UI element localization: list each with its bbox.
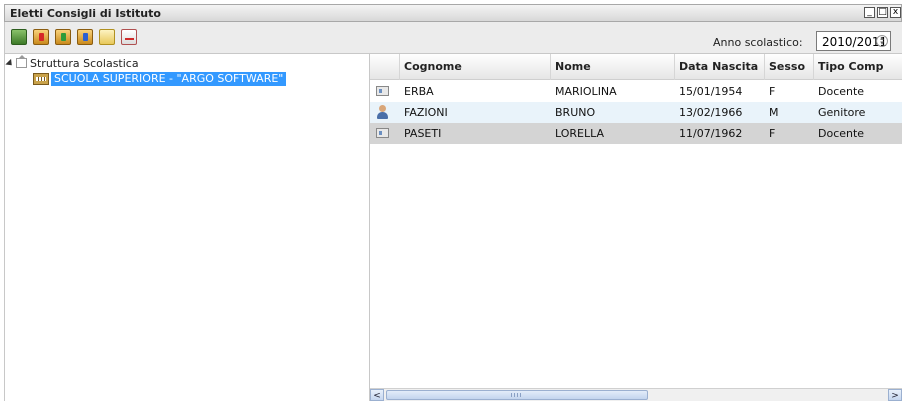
- column-header-cognome[interactable]: Cognome: [400, 54, 551, 80]
- cell-tipo: Docente: [818, 85, 865, 98]
- close-icon[interactable]: x: [890, 7, 901, 18]
- tree-root-label: Struttura Scolastica: [30, 56, 139, 70]
- scroll-left-icon[interactable]: <: [370, 389, 384, 401]
- expand-arrow-icon[interactable]: [5, 58, 15, 68]
- window-controls: _ □ x: [864, 7, 901, 18]
- scroll-right-icon[interactable]: >: [888, 389, 902, 401]
- members-table: Cognome Nome Data Nascita Sesso Tipo Com…: [370, 54, 902, 401]
- school-icon: [33, 73, 49, 85]
- cell-cognome: ERBA: [404, 85, 434, 98]
- window-title: Eletti Consigli di Istituto: [10, 7, 161, 20]
- cell-data-nascita: 11/07/1962: [679, 127, 743, 140]
- column-header-nome[interactable]: Nome: [551, 54, 675, 80]
- table-row[interactable]: FAZIONI BRUNO 13/02/1966 M Genitore: [370, 102, 902, 123]
- cell-sesso: M: [769, 106, 779, 119]
- export-pdf-icon[interactable]: [121, 29, 137, 45]
- tree-school-label: SCUOLA SUPERIORE - "ARGO SOFTWARE": [51, 72, 287, 86]
- horizontal-scrollbar[interactable]: < >: [370, 388, 902, 401]
- person-icon: [376, 105, 389, 120]
- building-icon: [16, 55, 27, 68]
- scrollbar-thumb[interactable]: [386, 390, 648, 400]
- cell-nome: MARIOLINA: [555, 85, 617, 98]
- maximize-icon[interactable]: □: [877, 7, 888, 18]
- table-header: Cognome Nome Data Nascita Sesso Tipo Com…: [370, 54, 902, 80]
- cell-cognome: FAZIONI: [404, 106, 448, 119]
- edit-note-icon[interactable]: [99, 29, 115, 45]
- cell-tipo: Docente: [818, 127, 865, 140]
- cell-tipo: Genitore: [818, 106, 866, 119]
- column-header-tipo[interactable]: Tipo Comp: [814, 54, 902, 80]
- report-blue-icon[interactable]: [77, 29, 93, 45]
- id-card-icon: [376, 86, 389, 96]
- table-row[interactable]: PASETI LORELLA 11/07/1962 F Docente: [370, 123, 902, 144]
- export-excel-icon[interactable]: [11, 29, 27, 45]
- report-green-icon[interactable]: [55, 29, 71, 45]
- cell-sesso: F: [769, 127, 776, 140]
- school-year-spinner[interactable]: 2010/2011 ▴ ▾: [816, 31, 891, 51]
- column-header-data-nascita[interactable]: Data Nascita: [675, 54, 765, 80]
- cell-cognome: PASETI: [404, 127, 442, 140]
- cell-nome: BRUNO: [555, 106, 596, 119]
- grip-icon: [511, 393, 523, 397]
- structure-tree: Struttura Scolastica SCUOLA SUPERIORE - …: [4, 54, 370, 401]
- minimize-icon[interactable]: _: [864, 7, 875, 18]
- tree-node-school[interactable]: SCUOLA SUPERIORE - "ARGO SOFTWARE": [33, 72, 287, 86]
- window-titlebar: Eletti Consigli di Istituto _ □ x: [4, 4, 902, 22]
- school-year-label: Anno scolastico:: [713, 36, 803, 49]
- tree-node-root[interactable]: Struttura Scolastica: [5, 55, 139, 70]
- toolbar: Anno scolastico: 2010/2011 ▴ ▾: [4, 22, 902, 54]
- id-card-icon: [376, 128, 389, 138]
- cell-nome: LORELLA: [555, 127, 605, 140]
- spinner-arrows-icon[interactable]: ▴ ▾: [876, 35, 888, 47]
- icon-column-header[interactable]: [370, 54, 400, 80]
- cell-sesso: F: [769, 85, 776, 98]
- cell-data-nascita: 13/02/1966: [679, 106, 743, 119]
- table-row[interactable]: ERBA MARIOLINA 15/01/1954 F Docente: [370, 81, 902, 102]
- cell-data-nascita: 15/01/1954: [679, 85, 743, 98]
- report-red-icon[interactable]: [33, 29, 49, 45]
- column-header-sesso[interactable]: Sesso: [765, 54, 814, 80]
